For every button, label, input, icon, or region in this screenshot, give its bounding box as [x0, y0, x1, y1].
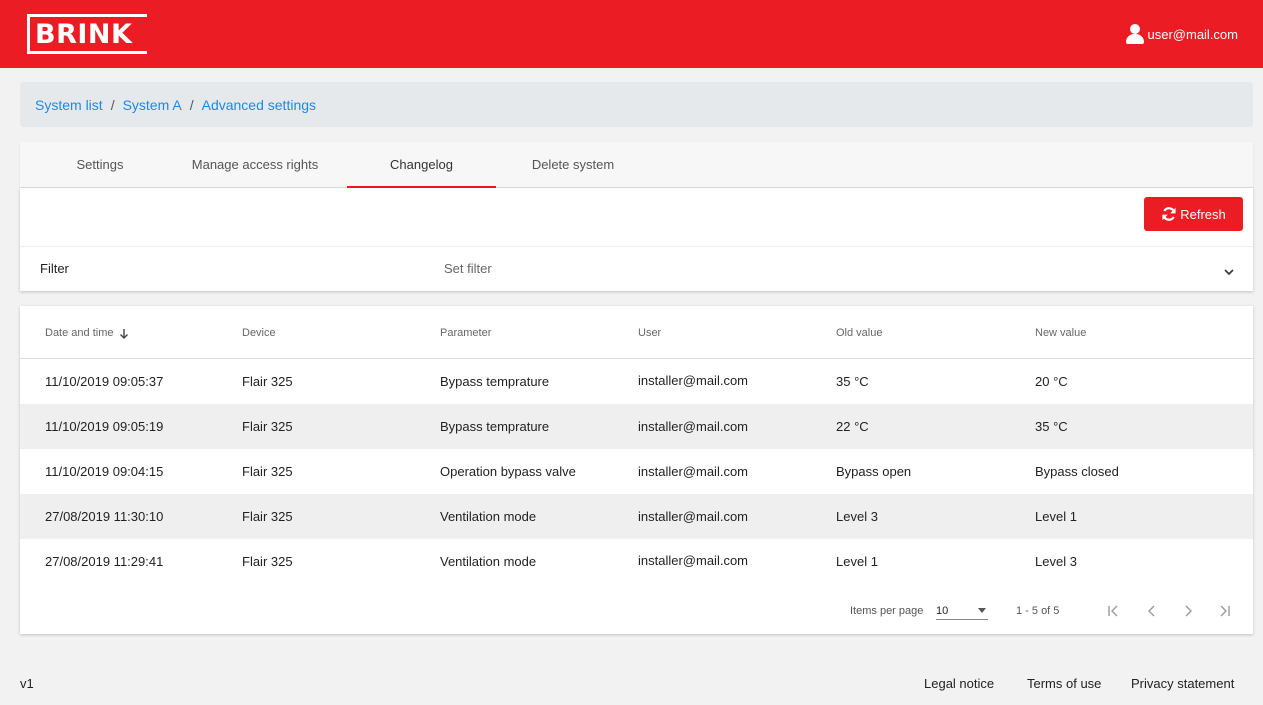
breadcrumb: System list / System A / Advanced settin… [20, 82, 1253, 127]
cell-date: 11/10/2019 09:05:19 [45, 419, 164, 434]
version-label: v1 [20, 676, 34, 691]
breadcrumb-separator: / [189, 96, 194, 113]
cell-old-value: 35 °C [836, 374, 869, 389]
table-row: 27/08/2019 11:29:41 Flair 325 Ventilatio… [20, 539, 1253, 584]
first-page-icon[interactable] [1103, 600, 1125, 622]
cell-user: installer@mail.com [638, 553, 748, 568]
table-row: 11/10/2019 09:05:37 Flair 325 Bypass tem… [20, 359, 1253, 404]
cell-user: installer@mail.com [638, 419, 748, 434]
cell-device: Flair 325 [242, 554, 293, 569]
tab-delete-system[interactable]: Delete system [518, 142, 628, 188]
dropdown-caret-icon [978, 608, 986, 613]
user-icon [1125, 24, 1144, 44]
user-email: user@mail.com [1147, 26, 1239, 42]
cell-parameter: Bypass temprature [440, 419, 550, 434]
column-label: Date and time [45, 327, 114, 339]
filter-label: Filter [40, 261, 69, 276]
cell-old-value: Level 3 [836, 509, 878, 524]
legal-notice-link[interactable]: Legal notice [924, 676, 994, 691]
cell-old-value: Bypass open [836, 464, 912, 479]
breadcrumb-advanced-settings[interactable]: Advanced settings [202, 97, 316, 113]
column-header-device[interactable]: Device [242, 327, 276, 339]
page-range-label: 1 - 5 of 5 [1016, 605, 1060, 617]
previous-page-icon[interactable] [1141, 600, 1163, 622]
top-bar: BRINK user@mail.com [0, 0, 1263, 68]
cell-new-value: 35 °C [1035, 419, 1068, 434]
sort-descending-icon [120, 328, 129, 339]
tab-bar: Settings Manage access rights Changelog … [20, 142, 1253, 188]
cell-device: Flair 325 [242, 464, 293, 479]
refresh-icon [1162, 207, 1176, 221]
paginator: Items per page 10 1 - 5 of 5 [20, 596, 1253, 626]
cell-date: 27/08/2019 11:30:10 [45, 509, 164, 524]
items-per-page-value: 10 [936, 605, 949, 617]
cell-user: installer@mail.com [638, 373, 748, 388]
refresh-label: Refresh [1180, 206, 1226, 222]
cell-parameter: Bypass temprature [440, 374, 550, 389]
cell-new-value: Level 1 [1035, 509, 1077, 524]
cell-device: Flair 325 [242, 374, 293, 389]
next-page-icon[interactable] [1177, 600, 1199, 622]
terms-of-use-link[interactable]: Terms of use [1027, 676, 1101, 691]
cell-user: installer@mail.com [638, 509, 748, 524]
column-header-date[interactable]: Date and time [45, 327, 129, 339]
changelog-table: Date and time Device Parameter User Old … [20, 306, 1253, 634]
cell-parameter: Ventilation mode [440, 554, 537, 569]
table-row: 11/10/2019 09:04:15 Flair 325 Operation … [20, 449, 1253, 494]
footer: v1 Legal notice Terms of use Privacy sta… [0, 650, 1263, 705]
table-row: 11/10/2019 09:05:19 Flair 325 Bypass tem… [20, 404, 1253, 449]
column-header-new-value[interactable]: New value [1035, 327, 1086, 339]
items-per-page-label: Items per page [850, 605, 924, 617]
column-header-user[interactable]: User [638, 327, 661, 339]
breadcrumb-system-list[interactable]: System list [35, 97, 103, 113]
cell-parameter: Operation bypass valve [440, 464, 576, 479]
refresh-button[interactable]: Refresh [1144, 197, 1243, 231]
logo-text: BRINK [35, 19, 133, 50]
table-row: 27/08/2019 11:30:10 Flair 325 Ventilatio… [20, 494, 1253, 539]
breadcrumb-separator: / [110, 96, 115, 113]
cell-date: 27/08/2019 11:29:41 [45, 554, 164, 569]
brink-logo[interactable]: BRINK [27, 14, 147, 54]
filter-card: Refresh Filter Set filter [20, 188, 1253, 291]
cell-new-value: Level 3 [1035, 554, 1077, 569]
chevron-down-icon[interactable] [1223, 263, 1235, 281]
cell-date: 11/10/2019 09:05:37 [45, 374, 164, 389]
cell-parameter: Ventilation mode [440, 509, 537, 524]
cell-new-value: 20 °C [1035, 374, 1068, 389]
breadcrumb-system-a[interactable]: System A [123, 97, 182, 113]
filter-panel[interactable]: Filter Set filter [20, 246, 1253, 291]
cell-old-value: Level 1 [836, 554, 878, 569]
column-header-old-value[interactable]: Old value [836, 327, 882, 339]
privacy-statement-link[interactable]: Privacy statement [1131, 676, 1234, 691]
cell-device: Flair 325 [242, 509, 293, 524]
cell-new-value: Bypass closed [1035, 464, 1119, 479]
table-header: Date and time Device Parameter User Old … [20, 306, 1253, 359]
set-filter-text[interactable]: Set filter [444, 261, 492, 276]
items-per-page-select[interactable]: 10 [936, 600, 988, 620]
last-page-icon[interactable] [1213, 600, 1235, 622]
tab-settings[interactable]: Settings [60, 142, 140, 188]
cell-old-value: 22 °C [836, 419, 869, 434]
cell-date: 11/10/2019 09:04:15 [45, 464, 164, 479]
cell-user: installer@mail.com [638, 464, 748, 479]
tab-changelog[interactable]: Changelog [347, 142, 496, 188]
user-menu[interactable]: user@mail.com [1125, 24, 1239, 44]
cell-device: Flair 325 [242, 419, 293, 434]
column-header-parameter[interactable]: Parameter [440, 327, 491, 339]
tab-manage-access-rights[interactable]: Manage access rights [180, 142, 330, 188]
